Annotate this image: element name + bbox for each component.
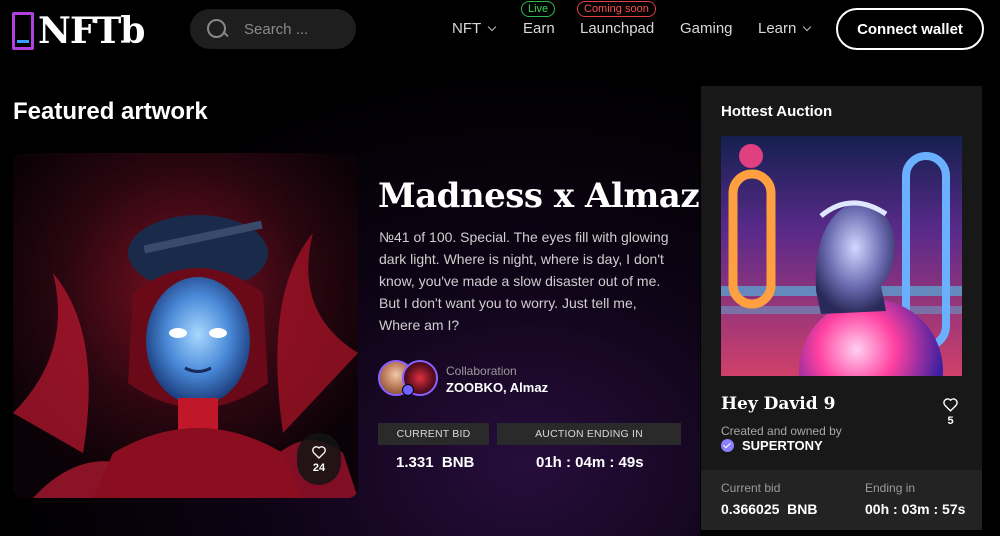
- connect-wallet-button[interactable]: Connect wallet: [836, 8, 984, 50]
- hottest-auction-card[interactable]: Hottest Auction Hey David 9 Created and …: [701, 86, 982, 530]
- live-badge: Live: [521, 1, 556, 17]
- heart-icon: [312, 446, 326, 459]
- auction-ending-label: AUCTION ENDING IN: [497, 423, 681, 445]
- chevron-down-icon: [487, 22, 497, 32]
- collaborator-names[interactable]: ZOOBKO, Almaz: [446, 380, 548, 395]
- auction-footer: Current bid 0.366025 BNB Ending in 00h :…: [701, 470, 982, 530]
- chevron-down-icon: [803, 22, 812, 32]
- search-input[interactable]: [244, 20, 344, 38]
- featured-heading: Featured artwork: [13, 98, 208, 125]
- current-bid-label: CURRENT BID: [378, 423, 489, 445]
- current-bid-value: 1.331 BNB: [396, 454, 475, 471]
- nav-nft[interactable]: NFT: [452, 20, 497, 37]
- artwork-like-count: 24: [312, 462, 326, 474]
- nav-learn-label: Learn: [758, 20, 797, 37]
- nav-nft-label: NFT: [452, 20, 482, 37]
- created-owned-label: Created and owned by: [721, 424, 842, 438]
- collaborator-avatars: [378, 360, 440, 398]
- collaboration-block[interactable]: Collaboration ZOOBKO, Almaz: [378, 360, 548, 398]
- auction-like-button[interactable]: 5: [942, 396, 959, 427]
- auction-artwork-image[interactable]: [721, 136, 962, 376]
- nav-earn[interactable]: Earn: [523, 20, 555, 37]
- auction-countdown: 01h : 04m : 49s: [536, 454, 644, 471]
- owner-link[interactable]: SUPERTONY: [721, 438, 823, 453]
- auction-current-bid-label: Current bid: [721, 481, 781, 495]
- owner-name: SUPERTONY: [742, 438, 823, 453]
- logo-mark-icon: [12, 12, 34, 50]
- auction-ending-countdown: 00h : 03m : 57s: [865, 501, 966, 517]
- top-nav-bar: NFTb NFT Live Earn Coming soon Launchpad…: [0, 0, 1000, 60]
- artwork-description: №41 of 100. Special. The eyes fill with …: [379, 229, 669, 333]
- verified-badge-icon: [402, 384, 414, 396]
- nftb-logo[interactable]: NFTb: [12, 10, 145, 52]
- nav-learn[interactable]: Learn: [758, 20, 812, 37]
- nav-gaming[interactable]: Gaming: [680, 20, 733, 37]
- collaboration-label: Collaboration: [446, 363, 517, 378]
- auction-item-name[interactable]: Hey David 9: [721, 394, 835, 414]
- heart-icon: [943, 398, 958, 412]
- search-icon: [206, 18, 228, 40]
- search-box[interactable]: [190, 9, 356, 49]
- hottest-auction-heading: Hottest Auction: [721, 103, 833, 120]
- verified-badge-icon: [721, 439, 734, 452]
- logo-text: NFTb: [38, 10, 145, 52]
- auction-ending-label: Ending in: [865, 481, 916, 495]
- coming-soon-badge: Coming soon: [577, 1, 656, 17]
- nav-launchpad[interactable]: Launchpad: [580, 20, 654, 37]
- artwork-like-button[interactable]: 24: [297, 433, 341, 485]
- auction-illustration: [721, 136, 962, 376]
- artwork-title[interactable]: Madness x Almaz: [378, 176, 700, 216]
- auction-current-bid-value: 0.366025 BNB: [721, 501, 818, 517]
- auction-like-count: 5: [947, 415, 954, 427]
